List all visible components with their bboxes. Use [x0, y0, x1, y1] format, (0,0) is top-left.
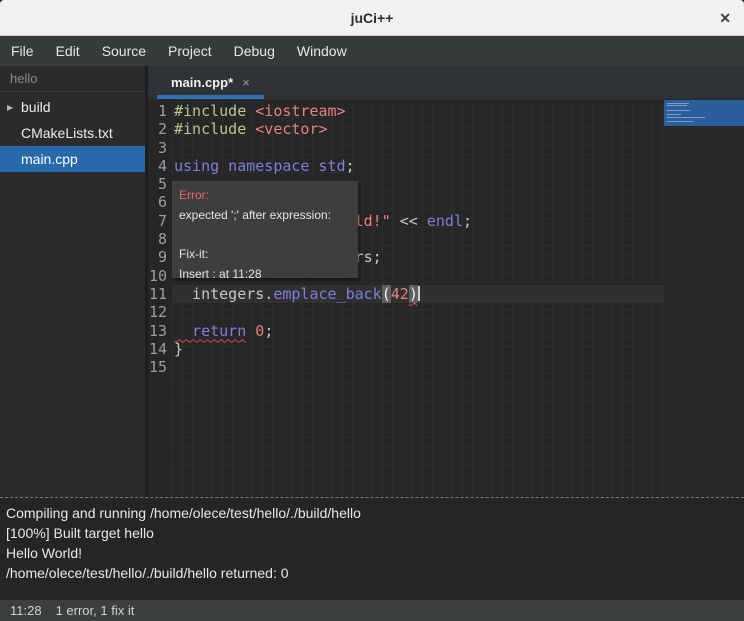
- tab-main-cpp[interactable]: main.cpp* ×: [157, 66, 264, 99]
- code-line[interactable]: #include <iostream>: [172, 102, 664, 120]
- code-line[interactable]: using namespace std;: [172, 157, 664, 175]
- cursor-position: 11:28: [10, 603, 42, 618]
- minimap-viewport[interactable]: [664, 100, 744, 126]
- file-tree: ▶build CMakeLists.txt main.cpp: [0, 92, 145, 172]
- tooltip-error-message: expected ';' after expression:: [179, 206, 355, 226]
- code-line[interactable]: [172, 139, 664, 157]
- terminal-line: /home/olece/test/hello/./build/hello ret…: [6, 563, 738, 583]
- tooltip-fixit-label: Fix-it:: [179, 245, 355, 265]
- line-number: 9: [148, 248, 167, 266]
- tooltip-error-title: Error:: [179, 186, 355, 206]
- file-label: CMakeLists.txt: [21, 125, 113, 141]
- sidebar-item-main-cpp[interactable]: main.cpp: [0, 146, 145, 172]
- line-number: 1: [148, 102, 167, 120]
- code-line[interactable]: return 0;: [172, 322, 664, 340]
- main-area: hello ▶build CMakeLists.txt main.cpp main.…: [0, 66, 744, 497]
- error-tooltip: Error: expected ';' after expression: Fi…: [172, 181, 358, 278]
- menu-window[interactable]: Window: [286, 37, 358, 65]
- minimap-line: [667, 105, 687, 106]
- terminal-line: [100%] Built target hello: [6, 523, 738, 543]
- line-number: 6: [148, 193, 167, 211]
- window-title: juCi++: [351, 10, 394, 26]
- terminal-line: Compiling and running /home/olece/test/h…: [6, 503, 738, 523]
- minimap-line: [667, 117, 705, 118]
- tab-bar: main.cpp* ×: [148, 66, 744, 99]
- line-number: 7: [148, 212, 167, 230]
- tab-label: main.cpp*: [171, 75, 233, 90]
- code-line[interactable]: integers.emplace_back(42): [172, 285, 664, 303]
- tooltip-fixit-text: Insert ; at 11:28: [179, 265, 355, 279]
- code-line[interactable]: [172, 303, 664, 321]
- tooltip-spacer: [179, 225, 355, 245]
- code-area[interactable]: #include <iostream>#include <vector> usin…: [172, 99, 664, 497]
- status-bar: 11:28 1 error, 1 fix it: [0, 600, 744, 621]
- line-number: 2: [148, 120, 167, 138]
- terminal-line: Hello World!: [6, 543, 738, 563]
- line-number: 8: [148, 230, 167, 248]
- menu-debug[interactable]: Debug: [223, 37, 286, 65]
- file-tree-sidebar: hello ▶build CMakeLists.txt main.cpp: [0, 66, 148, 497]
- window-close-icon[interactable]: ✕: [719, 11, 731, 25]
- minimap-line: [667, 114, 681, 115]
- minimap-line: [667, 103, 689, 104]
- line-number: 5: [148, 175, 167, 193]
- line-number: 3: [148, 139, 167, 157]
- menu-file[interactable]: File: [0, 37, 45, 65]
- minimap[interactable]: [664, 99, 744, 497]
- line-number-gutter: 123456789101112131415: [148, 99, 172, 497]
- menu-source[interactable]: Source: [91, 37, 157, 65]
- file-label: build: [21, 99, 51, 115]
- code-line[interactable]: }: [172, 340, 664, 358]
- minimap-line: [667, 121, 693, 122]
- error-count-status: 1 error, 1 fix it: [56, 603, 135, 618]
- expander-icon[interactable]: ▶: [7, 103, 21, 112]
- sidebar-item-build[interactable]: ▶build: [0, 94, 145, 120]
- menubar: FileEditSourceProjectDebugWindow: [0, 36, 744, 66]
- title-bar: juCi++ ✕: [0, 0, 744, 36]
- code-line[interactable]: #include <vector>: [172, 120, 664, 138]
- terminal-output[interactable]: Compiling and running /home/olece/test/h…: [0, 497, 744, 600]
- editor-pane: 123456789101112131415 #include <iostream…: [148, 99, 744, 497]
- line-number: 4: [148, 157, 167, 175]
- menu-edit[interactable]: Edit: [45, 37, 91, 65]
- tab-close-icon[interactable]: ×: [242, 76, 250, 89]
- line-number: 15: [148, 358, 167, 376]
- text-cursor: [418, 286, 420, 301]
- file-label: main.cpp: [21, 151, 78, 167]
- line-number: 14: [148, 340, 167, 358]
- code-line[interactable]: [172, 358, 664, 376]
- line-number: 12: [148, 303, 167, 321]
- line-number: 10: [148, 267, 167, 285]
- line-number: 13: [148, 322, 167, 340]
- sidebar-item-cmakelists-txt[interactable]: CMakeLists.txt: [0, 120, 145, 146]
- minimap-line: [667, 110, 690, 111]
- app-window: juCi++ ✕ FileEditSourceProjectDebugWindo…: [0, 0, 744, 621]
- project-name-header: hello: [0, 66, 145, 92]
- line-number: 11: [148, 285, 167, 303]
- editor-column: main.cpp* × 123456789101112131415 #inclu…: [148, 66, 744, 497]
- menu-project[interactable]: Project: [157, 37, 223, 65]
